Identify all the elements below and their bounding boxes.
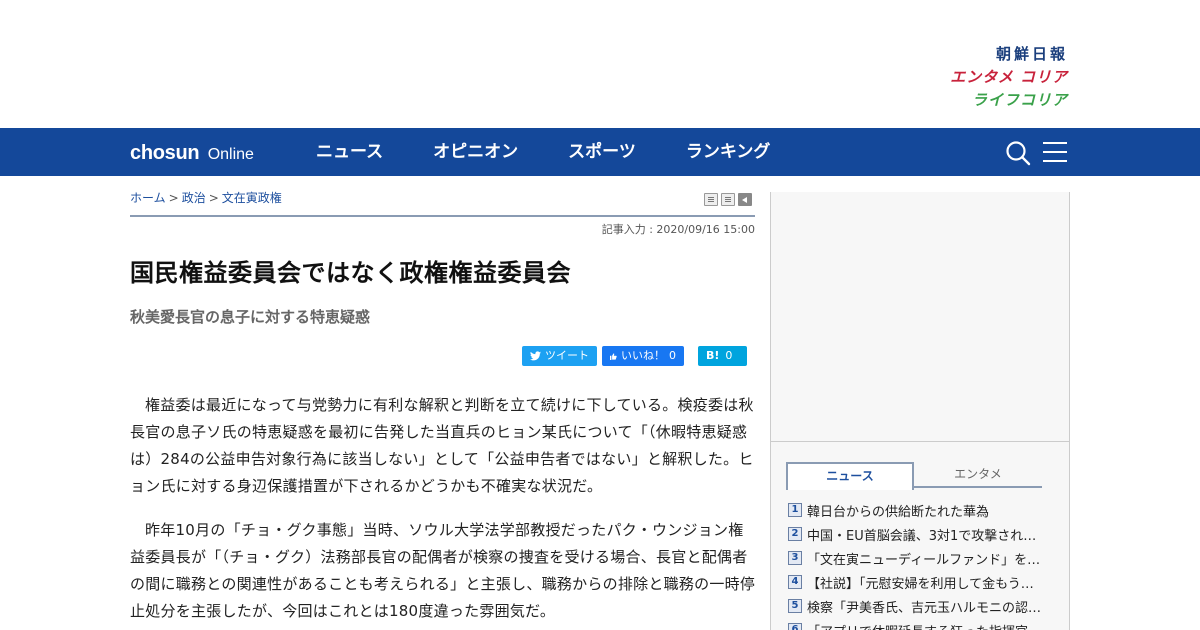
article-body: 権益委は最近になって与党勢力に有利な解釈と判断を立て続けに下している。検疫委は秋… — [130, 392, 757, 630]
rank-number: 3 — [788, 551, 802, 565]
ranking-item[interactable]: 1 韓日台からの供給断たれた華為 — [788, 498, 1048, 522]
breadcrumb-separator: > — [168, 191, 179, 205]
article-dateline: 記事入力 : 2020/09/16 15:00 — [601, 223, 755, 236]
breadcrumb-home[interactable]: ホーム — [130, 191, 166, 205]
rank-title: 韓日台からの供給断たれた華為 — [807, 504, 990, 520]
ranking-item[interactable]: 3 「文在寅ニューディールファンド」を… — [788, 546, 1048, 570]
like-label: いいね！ — [621, 349, 665, 362]
site-logo[interactable]: chosun Online — [130, 140, 254, 167]
brand-links: 朝鮮日報 エンタメ コリア ライフコリア — [950, 44, 1068, 110]
tweet-label: ツイート — [545, 349, 589, 362]
hatena-count: 0 — [725, 349, 733, 362]
ranking-item[interactable]: 2 中国・EU首脳会議、3対1で攻撃され… — [788, 522, 1048, 546]
ranking-item[interactable]: 4 【社説】「元慰安婦を利用して金もう… — [788, 570, 1048, 594]
twitter-bird-icon — [530, 351, 541, 361]
sidebar: ニュース エンタメ 1 韓日台からの供給断たれた華為 2 中国・EU首脳会議、3… — [770, 192, 1070, 630]
breadcrumb-category[interactable]: 政治 — [182, 191, 206, 205]
tab-entame[interactable]: エンタメ — [914, 462, 1042, 488]
print-icon[interactable] — [704, 193, 718, 206]
ranking-list: 1 韓日台からの供給断たれた華為 2 中国・EU首脳会議、3対1で攻撃され… 3… — [788, 498, 1048, 630]
breadcrumb: ホーム > 政治 > 文在寅政権 — [130, 190, 282, 206]
text-size-icon[interactable] — [721, 193, 735, 206]
header-divider — [130, 215, 755, 217]
nav-item-ranking[interactable]: ランキング — [686, 128, 771, 176]
tab-news[interactable]: ニュース — [786, 462, 914, 490]
nav-item-sports[interactable]: スポーツ — [568, 128, 636, 176]
hatena-bookmark-icon: B! — [706, 349, 720, 362]
article-paragraph: 昨年10月の「チョ・グク事態」当時、ソウル大学法学部教授だったパク・ウンジョン権… — [130, 521, 756, 620]
article-subhead: 秋美愛長官の息子に対する特恵疑惑 — [130, 308, 371, 326]
tweet-button[interactable]: ツイート — [522, 346, 597, 366]
rank-number: 2 — [788, 527, 802, 541]
main-navbar: chosun Online ニュース オピニオン スポーツ ランキング — [0, 128, 1200, 176]
ranking-item[interactable]: 5 検察「尹美香氏、吉元玉ハルモニの認… — [788, 594, 1048, 618]
hatena-bookmark-button[interactable]: B! 0 — [698, 346, 747, 366]
site-logo-main: chosun — [130, 142, 200, 164]
nav-item-news[interactable]: ニュース — [316, 128, 383, 176]
rank-number: 5 — [788, 599, 802, 613]
life-korea-link[interactable]: ライフコリア — [972, 90, 1068, 110]
search-icon[interactable] — [1005, 140, 1031, 166]
article-tools — [704, 193, 752, 206]
ad-slot — [771, 192, 1069, 442]
nav-item-opinion[interactable]: オピニオン — [433, 128, 518, 176]
nav-menu: ニュース オピニオン スポーツ ランキング — [316, 128, 820, 176]
entame-korea-link[interactable]: エンタメ コリア — [950, 67, 1068, 87]
hamburger-menu-icon[interactable] — [1043, 141, 1067, 163]
share-bar: ツイート いいね！ 0 B! 0 — [522, 346, 747, 366]
rank-number: 1 — [788, 503, 802, 517]
rank-title: 検察「尹美香氏、吉元玉ハルモニの認… — [807, 600, 1042, 616]
ranking-tabs: ニュース エンタメ — [786, 462, 1042, 490]
rank-number: 4 — [788, 575, 802, 589]
breadcrumb-separator: > — [208, 191, 219, 205]
page-root: 朝鮮日報 エンタメ コリア ライフコリア chosun Online ニュース … — [0, 0, 1200, 630]
top-header: 朝鮮日報 エンタメ コリア ライフコリア — [0, 0, 1200, 128]
back-arrow-icon[interactable] — [738, 193, 752, 206]
thumbs-up-icon — [610, 352, 617, 360]
breadcrumb-subcategory[interactable]: 文在寅政権 — [222, 191, 282, 205]
article-paragraph: 権益委は最近になって与党勢力に有利な解釈と判断を立て続けに下している。検疫委は秋… — [130, 396, 754, 495]
article-headline: 国民権益委員会ではなく政権権益委員会 — [130, 259, 571, 287]
site-logo-sub: Online — [207, 146, 254, 163]
rank-title: 「文在寅ニューディールファンド」を… — [807, 552, 1041, 568]
rank-title: 中国・EU首脳会議、3対1で攻撃され… — [807, 528, 1037, 544]
rank-title: 【社説】「元慰安婦を利用して金もう… — [807, 576, 1034, 592]
rank-number: 6 — [788, 623, 802, 630]
rank-title: 「アプリで休暇延長する狂った指揮官… — [807, 621, 1043, 630]
ranking-item[interactable]: 6 「アプリで休暇延長する狂った指揮官… — [788, 618, 1048, 630]
like-count: 0 — [669, 349, 676, 362]
facebook-like-button[interactable]: いいね！ 0 — [602, 346, 684, 366]
chosun-ilbo-link[interactable]: 朝鮮日報 — [996, 44, 1068, 64]
